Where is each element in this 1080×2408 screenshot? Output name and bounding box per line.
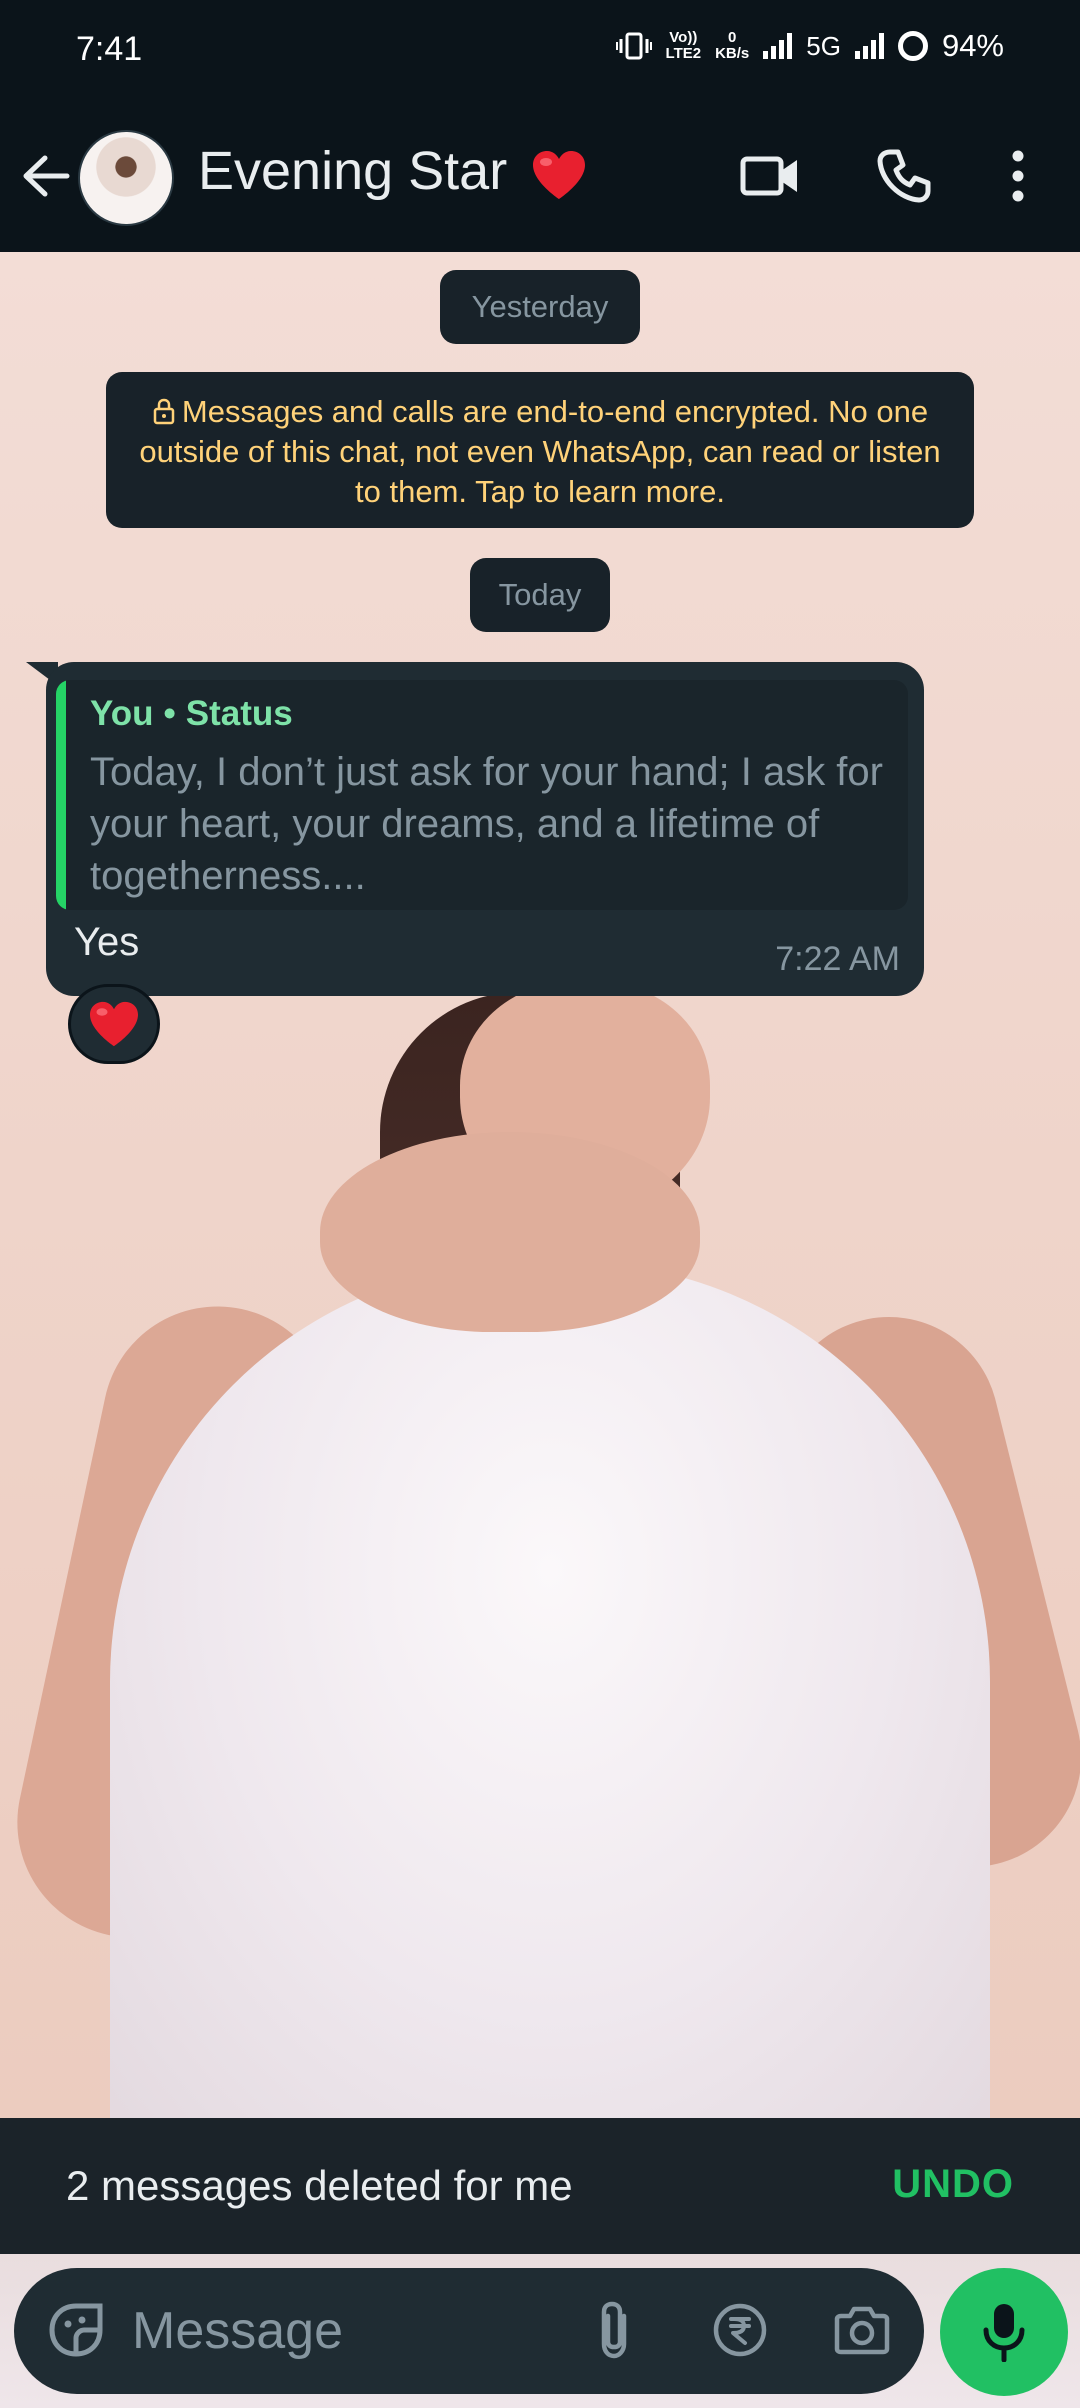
contact-name-wrap[interactable]: Evening Star (198, 140, 588, 202)
encryption-notice-text: Messages and calls are end-to-end encryp… (139, 394, 941, 509)
heart-emoji-icon (533, 150, 586, 199)
volte-indicator: Vo)) LTE2 (665, 29, 702, 62)
contact-avatar[interactable] (78, 130, 174, 226)
vibrate-icon (615, 32, 652, 60)
message-input[interactable] (132, 2292, 572, 2370)
status-time: 7:41 (76, 30, 143, 68)
mic-icon (983, 2304, 1025, 2362)
phone-icon (877, 149, 931, 203)
attach-button[interactable] (582, 2298, 646, 2362)
date-chip-yesterday: Yesterday (440, 270, 640, 344)
voice-message-button[interactable] (940, 2268, 1068, 2396)
message-composer (14, 2268, 924, 2394)
chat-header: Evening Star (0, 100, 1080, 252)
wallpaper-heart-hands (320, 1132, 700, 1332)
attach-icon (601, 2301, 627, 2359)
contact-name: Evening Star (198, 141, 508, 201)
battery-icon (897, 31, 928, 61)
encryption-notice[interactable]: Messages and calls are end-to-end encryp… (106, 372, 974, 528)
camera-button[interactable] (830, 2298, 894, 2362)
red-heart-emoji-icon (90, 1001, 138, 1047)
quote-source: Status (185, 694, 293, 733)
quote-text: Today, I don’t just ask for your hand; I… (90, 750, 883, 898)
snackbar: 2 messages deleted for me UNDO (0, 2118, 1080, 2254)
signal-icon-2 (854, 33, 884, 59)
back-button[interactable] (18, 144, 74, 208)
message-reaction[interactable] (68, 984, 160, 1064)
video-call-icon (740, 156, 797, 196)
rupee-payment-icon (713, 2303, 767, 2357)
voice-call-button[interactable] (872, 144, 936, 208)
sticker-button[interactable] (44, 2298, 108, 2362)
quote-header: You • Status (90, 694, 293, 734)
quoted-status[interactable]: You • Status Today, I don’t just ask for y… (56, 680, 908, 910)
message-time: 7:22 AM (775, 940, 900, 978)
back-arrow-icon (23, 155, 70, 197)
network-type: 5G (806, 30, 841, 61)
chat-wallpaper[interactable] (0, 252, 1080, 2118)
status-bar: 7:41 Vo)) LTE2 0 KB/s 5G 94% (0, 0, 1080, 100)
more-options-button[interactable] (992, 144, 1044, 208)
network-speed: 0 KB/s (715, 29, 750, 62)
signal-icon-1 (763, 33, 793, 59)
payment-button[interactable] (708, 2298, 772, 2362)
undo-button[interactable]: UNDO (892, 2162, 1014, 2207)
camera-icon (834, 2306, 890, 2355)
lock-icon (153, 398, 175, 425)
sticker-icon (49, 2303, 103, 2357)
quote-accent-bar (56, 680, 66, 910)
battery-percent: 94% (941, 28, 1004, 63)
date-chip-today: Today (470, 558, 610, 632)
more-vert-icon (1012, 150, 1024, 202)
snackbar-text: 2 messages deleted for me (66, 2162, 573, 2209)
message-text: Yes (74, 920, 140, 964)
quote-separator: • (163, 694, 176, 733)
status-icons: Vo)) LTE2 0 KB/s 5G 94% (615, 28, 1004, 64)
quote-sender: You (90, 694, 154, 733)
video-call-button[interactable] (738, 144, 802, 208)
wallpaper-dress (110, 1262, 990, 2118)
